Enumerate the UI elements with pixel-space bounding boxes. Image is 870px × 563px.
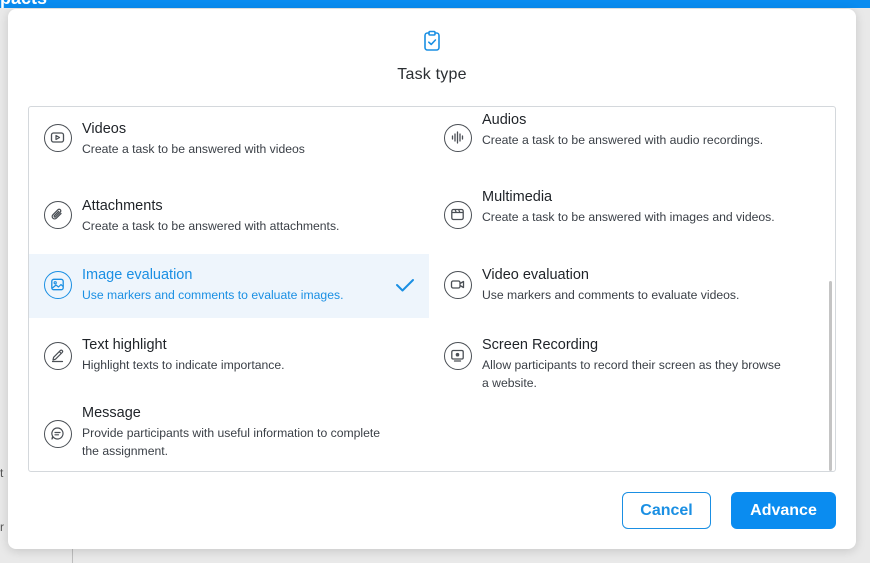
- task-description: Allow participants to record their scree…: [482, 358, 781, 390]
- task-type-modal: Task type Videos Create a task to be ans…: [8, 9, 856, 549]
- task-type-list[interactable]: Videos Create a task to be answered with…: [28, 106, 836, 472]
- multimedia-icon: [444, 201, 472, 229]
- task-description: Create a task to be answered with attach…: [82, 219, 340, 233]
- task-option-videos[interactable]: Videos Create a task to be answered with…: [29, 107, 429, 177]
- list-scrollbar-thumb[interactable]: [829, 281, 832, 471]
- task-option-multimedia[interactable]: Multimedia Create a task to be answered …: [429, 184, 829, 254]
- task-name: Screen Recording: [482, 337, 599, 353]
- task-description: Use markers and comments to evaluate vid…: [482, 288, 740, 302]
- message-icon: [44, 420, 72, 448]
- task-description: Highlight texts to indicate importance.: [82, 358, 285, 372]
- image-edit-icon: [44, 271, 72, 299]
- task-name: Video evaluation: [482, 267, 589, 283]
- task-description: Use markers and comments to evaluate ima…: [82, 288, 344, 302]
- task-option-video-evaluation[interactable]: Video evaluation Use markers and comment…: [429, 254, 829, 318]
- task-option-image-evaluation[interactable]: Image evaluation Use markers and comment…: [29, 254, 429, 318]
- screen-record-icon: [444, 342, 472, 370]
- task-option-audios[interactable]: Audios Create a task to be answered with…: [429, 107, 829, 177]
- list-scrollbar[interactable]: [829, 111, 832, 471]
- task-name: Text highlight: [82, 337, 167, 353]
- background-page-title: pacts: [0, 0, 47, 9]
- task-description: Create a task to be answered with videos: [82, 142, 305, 156]
- background-text-fragment: r: [0, 520, 4, 534]
- task-description: Create a task to be answered with audio …: [482, 133, 764, 147]
- task-option-text-highlight[interactable]: Text highlight Highlight texts to indica…: [29, 324, 429, 394]
- pen-icon: [44, 342, 72, 370]
- paperclip-icon: [44, 201, 72, 229]
- task-name: Image evaluation: [82, 267, 193, 283]
- task-description: Create a task to be answered with images…: [482, 210, 775, 224]
- clipboard-check-icon: [424, 30, 440, 51]
- modal-title: Task type: [397, 66, 467, 83]
- task-option-screen-recording[interactable]: Screen Recording Allow participants to r…: [429, 324, 829, 394]
- task-name: Videos: [82, 121, 127, 137]
- task-name: Audios: [482, 112, 527, 128]
- task-option-message[interactable]: Message Provide participants with useful…: [29, 396, 429, 471]
- task-option-attachments[interactable]: Attachments Create a task to be answered…: [29, 184, 429, 254]
- task-description: Provide participants with useful informa…: [82, 426, 381, 458]
- background-text-fragment: t: [0, 466, 4, 480]
- task-name: Multimedia: [482, 189, 553, 205]
- task-name: Message: [82, 405, 141, 421]
- cancel-button[interactable]: Cancel: [622, 492, 711, 529]
- checkmark-icon: [396, 279, 414, 292]
- task-name: Attachments: [82, 198, 163, 214]
- video-camera-icon: [444, 271, 472, 299]
- background-topbar: [0, 0, 870, 8]
- advance-button[interactable]: Advance: [731, 492, 836, 529]
- video-play-icon: [44, 124, 72, 152]
- audio-wave-icon: [444, 124, 472, 152]
